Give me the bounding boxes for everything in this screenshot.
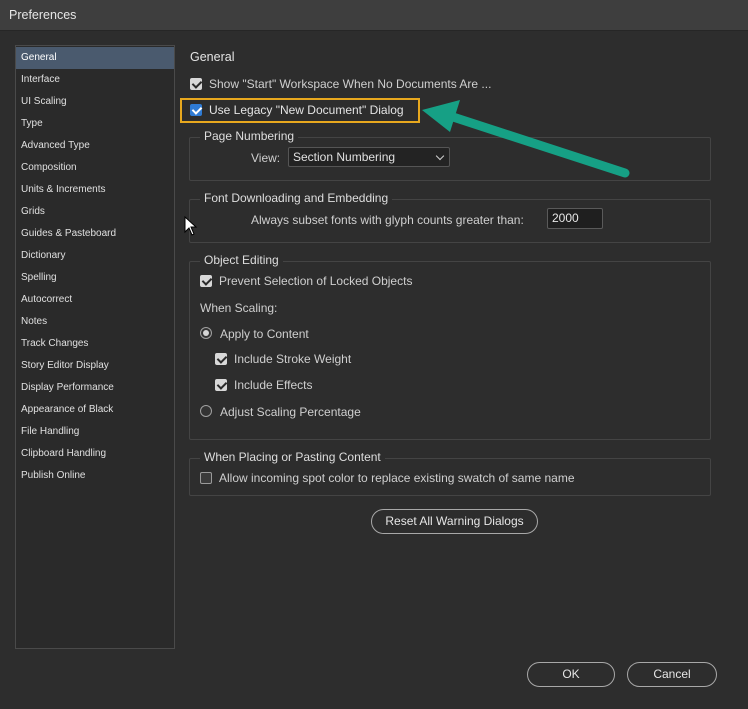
sidebar-item-clipboard-handling[interactable]: Clipboard Handling <box>16 443 174 465</box>
when-scaling-label: When Scaling: <box>200 301 278 315</box>
ok-button[interactable]: OK <box>527 662 615 687</box>
font-downloading-title: Font Downloading and Embedding <box>200 191 393 205</box>
subset-fonts-label: Always subset fonts with glyph counts gr… <box>251 213 524 227</box>
sidebar-item-interface[interactable]: Interface <box>16 69 174 91</box>
allow-spot-color-checkbox[interactable] <box>200 472 212 484</box>
annotation-arrow-icon <box>422 100 630 178</box>
section-heading-general: General <box>190 50 235 64</box>
subset-fonts-input[interactable]: 2000 <box>547 208 603 229</box>
allow-spot-color-label: Allow incoming spot color to replace exi… <box>219 471 575 485</box>
sidebar-item-display-performance[interactable]: Display Performance <box>16 377 174 399</box>
sidebar-item-ui-scaling[interactable]: UI Scaling <box>16 91 174 113</box>
include-effects-label: Include Effects <box>234 378 313 392</box>
object-editing-title: Object Editing <box>200 253 283 267</box>
sidebar-item-appearance-of-black[interactable]: Appearance of Black <box>16 399 174 421</box>
show-start-workspace-checkbox[interactable] <box>190 78 202 90</box>
include-stroke-weight-checkbox[interactable] <box>215 353 227 365</box>
include-stroke-weight-label: Include Stroke Weight <box>234 352 352 366</box>
sidebar-item-advanced-type[interactable]: Advanced Type <box>16 135 174 157</box>
adjust-scaling-label: Adjust Scaling Percentage <box>220 405 361 419</box>
apply-to-content-label: Apply to Content <box>220 327 309 341</box>
cancel-button[interactable]: Cancel <box>627 662 717 687</box>
apply-to-content-radio[interactable] <box>200 327 212 339</box>
sidebar-item-composition[interactable]: Composition <box>16 157 174 179</box>
prevent-selection-label: Prevent Selection of Locked Objects <box>219 274 413 288</box>
show-start-workspace-label: Show "Start" Workspace When No Documents… <box>209 77 492 91</box>
view-label: View: <box>251 151 281 165</box>
reset-warning-dialogs-button[interactable]: Reset All Warning Dialogs <box>371 509 538 534</box>
placing-title: When Placing or Pasting Content <box>200 450 385 464</box>
sidebar-item-publish-online[interactable]: Publish Online <box>16 465 174 487</box>
title-bar: Preferences <box>0 0 748 31</box>
sidebar-item-general[interactable]: General <box>16 47 174 69</box>
sidebar-item-type[interactable]: Type <box>16 113 174 135</box>
page-numbering-title: Page Numbering <box>200 129 299 143</box>
window-title: Preferences <box>9 8 77 22</box>
sidebar-item-dictionary[interactable]: Dictionary <box>16 245 174 267</box>
sidebar-item-autocorrect[interactable]: Autocorrect <box>16 289 174 311</box>
view-select-value: Section Numbering <box>293 150 396 164</box>
sidebar-item-story-editor-display[interactable]: Story Editor Display <box>16 355 174 377</box>
include-effects-checkbox[interactable] <box>215 379 227 391</box>
sidebar-item-units-increments[interactable]: Units & Increments <box>16 179 174 201</box>
mouse-cursor-icon <box>184 216 198 236</box>
prevent-selection-checkbox[interactable] <box>200 275 212 287</box>
sidebar-item-spelling[interactable]: Spelling <box>16 267 174 289</box>
sidebar-item-file-handling[interactable]: File Handling <box>16 421 174 443</box>
highlight-box <box>180 98 420 123</box>
sidebar-item-grids[interactable]: Grids <box>16 201 174 223</box>
preferences-sidebar: General Interface UI Scaling Type Advanc… <box>15 45 175 649</box>
sidebar-item-guides-pasteboard[interactable]: Guides & Pasteboard <box>16 223 174 245</box>
sidebar-item-track-changes[interactable]: Track Changes <box>16 333 174 355</box>
sidebar-item-notes[interactable]: Notes <box>16 311 174 333</box>
adjust-scaling-radio[interactable] <box>200 405 212 417</box>
